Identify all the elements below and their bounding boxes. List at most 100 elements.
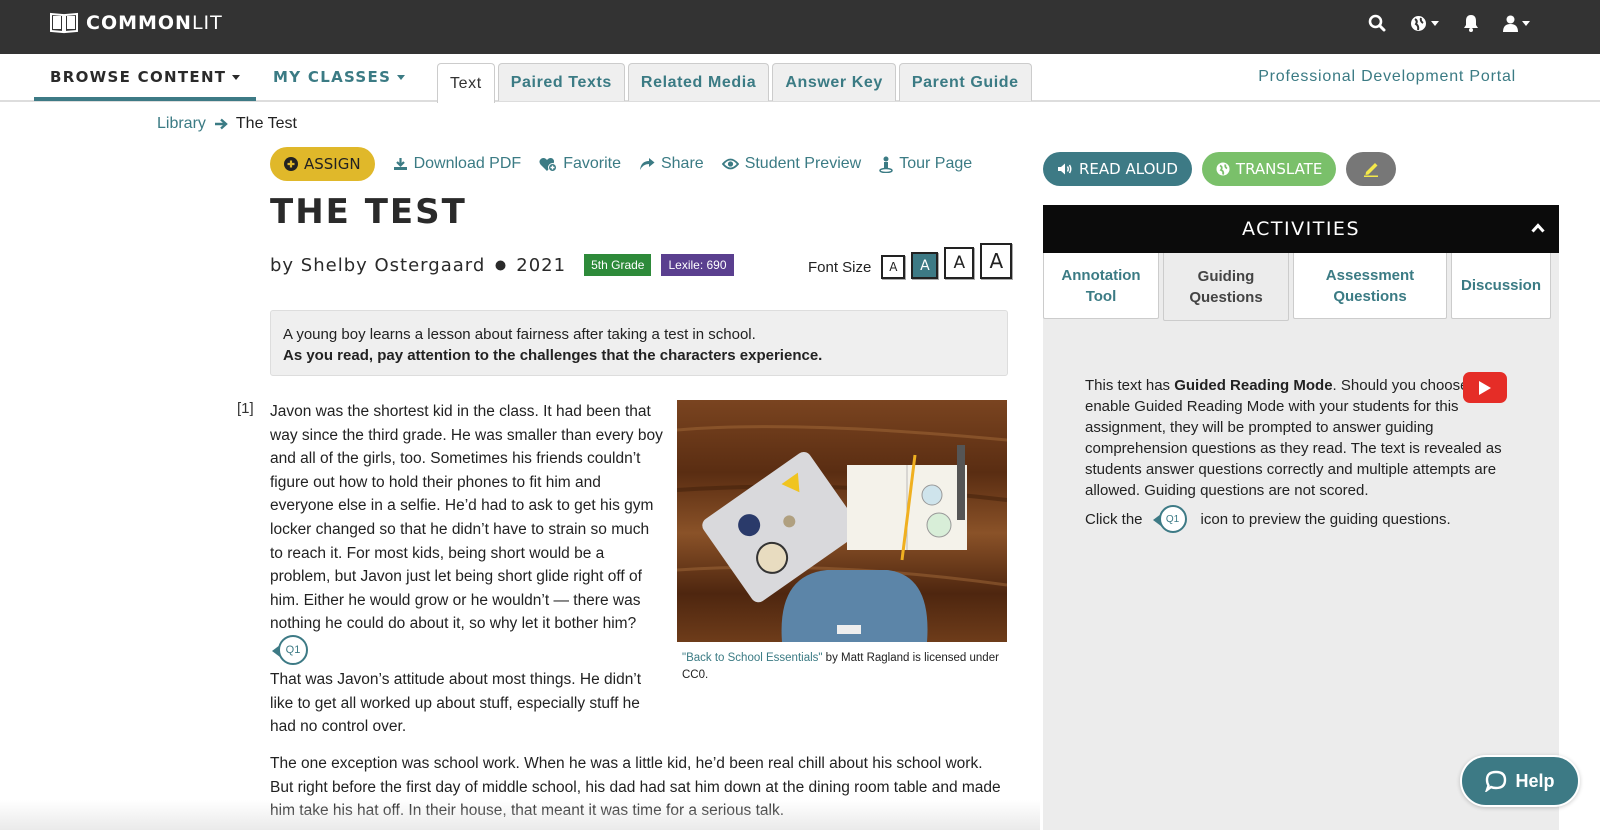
- browse-content-menu[interactable]: BROWSE CONTENT: [50, 68, 241, 86]
- image-source-link[interactable]: "Back to School Essentials": [682, 652, 822, 664]
- tab-text[interactable]: Text: [437, 63, 495, 103]
- read-aloud-button[interactable]: READ ALOUD: [1043, 152, 1192, 186]
- tab-guiding-questions[interactable]: Guiding Questions: [1163, 253, 1289, 321]
- tab-assessment-questions[interactable]: Assessment Questions: [1293, 253, 1447, 319]
- share-link[interactable]: Share: [639, 155, 704, 173]
- eye-icon: [721, 158, 739, 170]
- chevron-down-icon: [1522, 20, 1530, 26]
- lexile-badge: Lexile: 690: [661, 254, 734, 276]
- download-pdf-label: Download PDF: [413, 155, 522, 172]
- help-label: Help: [1515, 770, 1555, 791]
- intro-prompt: As you read, pay attention to the challe…: [283, 347, 823, 364]
- user-menu[interactable]: [1503, 15, 1530, 32]
- language-menu[interactable]: [1410, 15, 1439, 32]
- student-preview-label: Student Preview: [744, 155, 862, 172]
- logo-text-bold: COMMON: [86, 12, 192, 34]
- q1-marker-icon: Q1: [1152, 505, 1187, 533]
- commonlit-logo[interactable]: COMMON LIT: [50, 12, 223, 34]
- paragraph-number: [1]: [237, 400, 254, 417]
- text-title: THE TEST: [270, 192, 467, 232]
- paragraph-2: That was Javon’s attitude about most thi…: [270, 671, 642, 736]
- publish-year: 2021: [516, 254, 567, 276]
- guided-reading-description: This text has Guided Reading Mode. Shoul…: [1085, 375, 1515, 501]
- favorite-label: Favorite: [563, 155, 621, 172]
- top-bar: COMMON LIT: [0, 0, 1600, 54]
- chevron-up-icon[interactable]: [1531, 223, 1545, 233]
- download-pdf-link[interactable]: Download PDF: [393, 155, 522, 173]
- translate-label: TRANSLATE: [1235, 160, 1323, 178]
- tab-related-media[interactable]: Related Media: [627, 63, 770, 101]
- activities-header[interactable]: ACTIVITIES: [1043, 205, 1559, 253]
- font-size-label: Font Size: [808, 259, 872, 276]
- font-size-control: Font Size A A A A: [808, 243, 1013, 279]
- article-image: [677, 400, 1007, 642]
- help-button[interactable]: Help: [1460, 755, 1580, 807]
- browse-content-label: BROWSE CONTENT: [50, 68, 227, 86]
- guiding-question-marker[interactable]: Q1: [272, 635, 308, 665]
- book-icon: [50, 12, 78, 34]
- active-nav-underline: [34, 97, 256, 101]
- tour-page-link[interactable]: Tour Page: [879, 155, 972, 173]
- globe-icon: [1216, 162, 1230, 176]
- font-size-medium-button[interactable]: A: [911, 252, 939, 279]
- breadcrumb: Library The Test: [157, 115, 297, 133]
- tab-answer-key[interactable]: Answer Key: [772, 63, 896, 101]
- heart-plus-icon: [539, 157, 558, 172]
- my-classes-label: MY CLASSES: [273, 68, 392, 86]
- tab-parent-guide[interactable]: Parent Guide: [898, 63, 1032, 101]
- intro-box: A young boy learns a lesson about fairne…: [270, 310, 1008, 376]
- breadcrumb-library[interactable]: Library: [157, 115, 206, 133]
- share-icon: [639, 158, 655, 170]
- text-tabs: Text Paired Texts Related Media Answer K…: [437, 63, 1032, 103]
- play-icon: [1479, 380, 1491, 395]
- action-bar: ASSIGN Download PDF Favorite Share Stude…: [270, 147, 972, 181]
- translate-button[interactable]: TRANSLATE: [1201, 152, 1337, 186]
- tour-person-icon: [879, 156, 893, 173]
- tab-guiding-questions-label: Guiding Questions: [1189, 267, 1263, 306]
- plus-circle-icon: [284, 157, 298, 171]
- grade-badge: 5th Grade: [584, 254, 652, 276]
- breadcrumb-current: The Test: [235, 115, 297, 132]
- assign-button[interactable]: ASSIGN: [270, 147, 375, 181]
- tab-paired-texts[interactable]: Paired Texts: [497, 63, 625, 101]
- user-icon: [1503, 15, 1518, 32]
- chevron-down-icon: [397, 74, 406, 80]
- font-size-small-button[interactable]: A: [881, 255, 906, 279]
- guiding-questions-hint: Click the Q1 icon to preview the guiding…: [1085, 505, 1451, 533]
- hint-text-pre: Click the: [1085, 510, 1143, 528]
- student-preview-link[interactable]: Student Preview: [721, 155, 862, 173]
- bell-icon: [1464, 15, 1478, 32]
- assign-label: ASSIGN: [304, 155, 361, 173]
- activities-title: ACTIVITIES: [1241, 218, 1360, 240]
- search-icon: [1368, 14, 1386, 32]
- pencil-icon: [1364, 163, 1379, 177]
- font-size-large-button[interactable]: A: [944, 247, 975, 279]
- pd-portal-link[interactable]: Professional Development Portal: [1258, 68, 1516, 86]
- hint-text-post: icon to preview the guiding questions.: [1200, 510, 1451, 528]
- tab-annotation-tool[interactable]: Annotation Tool: [1043, 253, 1159, 319]
- globe-icon: [1411, 15, 1426, 31]
- reading-tools: READ ALOUD TRANSLATE: [1043, 152, 1397, 186]
- byline: by Shelby Ostergaard 2021 5th Grade Lexi…: [270, 254, 734, 276]
- tab-annotation-tool-label: Annotation Tool: [1061, 266, 1141, 305]
- guided-text-pre: This text has: [1085, 377, 1175, 394]
- my-classes-menu[interactable]: MY CLASSES: [273, 68, 406, 86]
- bullet-dot-icon: [495, 260, 506, 270]
- nav-bar: BROWSE CONTENT MY CLASSES Text Paired Te…: [0, 54, 1600, 103]
- chevron-down-icon: [1431, 20, 1439, 26]
- author: by Shelby Ostergaard: [270, 254, 486, 276]
- read-aloud-label: READ ALOUD: [1079, 160, 1178, 178]
- highlighter-button[interactable]: [1346, 152, 1397, 186]
- font-size-xlarge-button[interactable]: A: [980, 243, 1013, 279]
- tour-page-label: Tour Page: [899, 155, 973, 172]
- youtube-video-button[interactable]: [1463, 372, 1507, 403]
- tab-discussion[interactable]: Discussion: [1451, 253, 1551, 319]
- image-caption: "Back to School Essentials" by Matt Ragl…: [682, 650, 1002, 684]
- notifications-button[interactable]: [1463, 14, 1479, 32]
- arrow-right-icon: [214, 118, 228, 130]
- intro-summary: A young boy learns a lesson about fairne…: [283, 326, 756, 343]
- tab-assessment-questions-label: Assessment Questions: [1325, 266, 1415, 305]
- search-button[interactable]: [1368, 14, 1386, 32]
- back-to-school-photo: [677, 400, 1007, 642]
- favorite-link[interactable]: Favorite: [539, 155, 621, 173]
